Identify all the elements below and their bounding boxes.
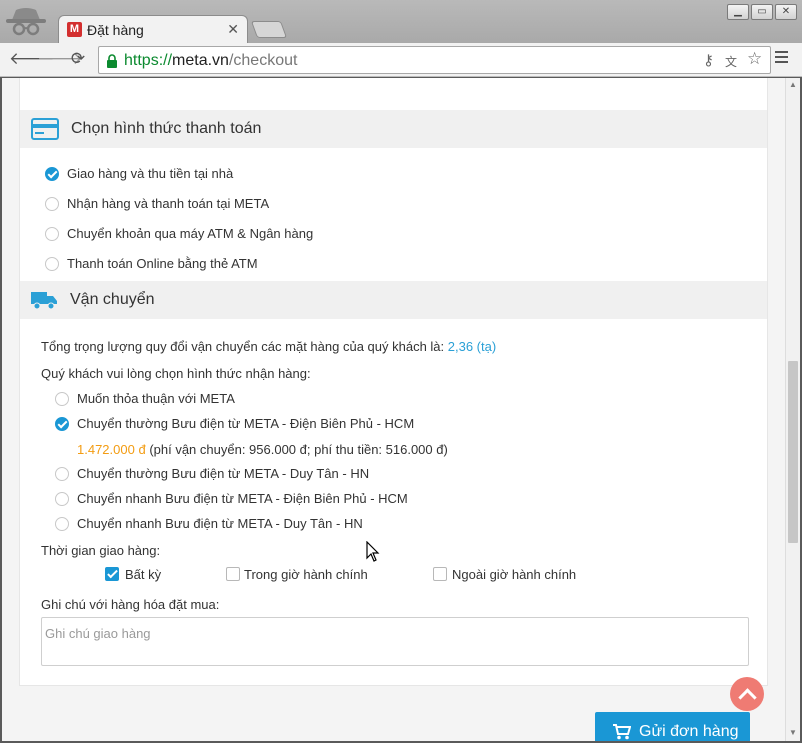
page-viewport: Chọn hình thức thanh toán Giao hàng và t… (2, 78, 785, 741)
payment-option-label: Thanh toán Online bằng thẻ ATM (67, 256, 258, 271)
minimize-button[interactable]: ▁ (727, 4, 749, 20)
scrollbar-thumb[interactable] (788, 361, 798, 543)
order-note-label: Ghi chú với hàng hóa đặt mua: (41, 597, 220, 612)
shipping-option-label: Chuyển thường Bưu điện từ META - Điện Bi… (77, 416, 415, 431)
url-text: https://meta.vn/checkout (124, 52, 298, 69)
maximize-button[interactable]: ▭ (751, 4, 773, 20)
radio-button[interactable] (45, 167, 59, 181)
tab-title: Đặt hàng (87, 22, 144, 38)
shipping-fee-text: 1.472.000 đ (phí vận chuyển: 956.000 đ; … (77, 442, 448, 457)
order-note-input[interactable] (41, 617, 749, 666)
checkout-panel: Chọn hình thức thanh toán Giao hàng và t… (19, 78, 768, 686)
delivery-time-label: Ngoài giờ hành chính (452, 567, 577, 582)
browser-menu-icon[interactable] (775, 51, 789, 69)
shipping-fee-detail: (phí vận chuyển: 956.000 đ; phí thu tiền… (149, 442, 448, 457)
shipping-section-title: Vận chuyển (70, 291, 155, 308)
shipping-option-label: Chuyển nhanh Bưu điện từ META - Điện Biê… (77, 491, 408, 506)
radio-button[interactable] (55, 492, 69, 506)
checkbox[interactable] (226, 567, 240, 581)
scroll-down-arrow-icon[interactable]: ▼ (789, 728, 797, 737)
total-weight-value: 2,36 (tạ) (447, 339, 497, 354)
browser-titlebar: M Đặt hàng ✕ ▁ ▭ ✕ (0, 0, 802, 43)
checkbox[interactable] (433, 567, 447, 581)
lock-icon (107, 54, 117, 68)
payment-section-header: Chọn hình thức thanh toán (20, 110, 767, 148)
payment-option-label: Chuyển khoản qua máy ATM & Ngân hàng (67, 226, 314, 241)
key-icon[interactable]: ⚷ (703, 51, 714, 69)
delivery-truck-icon (31, 292, 57, 310)
close-window-button[interactable]: ✕ (775, 4, 797, 20)
radio-button[interactable] (45, 257, 59, 271)
radio-button[interactable] (55, 417, 69, 431)
shopping-cart-icon (613, 724, 631, 740)
reload-icon[interactable]: ⟳ (67, 48, 89, 70)
radio-button[interactable] (45, 197, 59, 211)
total-weight-label: Tổng trọng lượng quy đổi vận chuyển các … (41, 339, 445, 354)
radio-button[interactable] (55, 392, 69, 406)
scroll-to-top-button[interactable] (730, 677, 764, 711)
shipping-section-header: Vận chuyển (20, 281, 767, 319)
translate-icon[interactable]: 文 (725, 53, 737, 70)
back-arrow-icon[interactable]: 🡐 (9, 48, 55, 70)
delivery-time-label: Trong giờ hành chính (244, 567, 368, 582)
shipping-option-label: Chuyển nhanh Bưu điện từ META - Duy Tân … (77, 516, 363, 531)
shipping-option-label: Chuyển thường Bưu điện từ META - Duy Tân… (77, 466, 370, 481)
radio-button[interactable] (45, 227, 59, 241)
shipping-fee-total: 1.472.000 đ (77, 442, 146, 457)
payment-option-label: Giao hàng và thu tiền tại nhà (67, 166, 234, 181)
checkbox[interactable] (105, 567, 119, 581)
new-tab-button[interactable] (250, 21, 288, 38)
meta-favicon-icon: M (67, 22, 82, 37)
delivery-time-label: Thời gian giao hàng: (41, 543, 161, 558)
total-weight-text: Tổng trọng lượng quy đổi vận chuyển các … (41, 339, 496, 354)
radio-button[interactable] (55, 517, 69, 531)
browser-toolbar: 🡐 🡒 ⟳ https://meta.vn/checkout ⚷ 文 ☆ (0, 43, 802, 77)
payment-option-label: Nhận hàng và thanh toán tại META (67, 196, 270, 211)
submit-order-button[interactable]: Gửi đơn hàng (595, 712, 750, 741)
tab-close-icon[interactable]: ✕ (227, 21, 239, 37)
shipping-option-label: Muốn thỏa thuận với META (77, 391, 235, 406)
browser-tab[interactable]: M Đặt hàng ✕ (58, 15, 248, 43)
bookmark-star-icon[interactable]: ☆ (747, 49, 762, 69)
payment-section-title: Chọn hình thức thanh toán (71, 120, 262, 137)
radio-button[interactable] (55, 467, 69, 481)
scroll-up-arrow-icon[interactable]: ▲ (789, 80, 797, 89)
address-bar[interactable]: https://meta.vn/checkout ⚷ 文 ☆ (98, 46, 771, 74)
page-scrollbar[interactable]: ▲ ▼ (785, 78, 800, 741)
submit-order-label: Gửi đơn hàng (639, 723, 739, 740)
incognito-icon (6, 8, 46, 36)
delivery-time-label: Bất kỳ (125, 567, 162, 582)
forward-arrow-icon[interactable]: 🡒 (37, 48, 83, 70)
credit-card-icon (31, 118, 59, 140)
mouse-cursor-icon (366, 541, 380, 562)
choose-delivery-text: Quý khách vui lòng chọn hình thức nhận h… (41, 366, 311, 381)
